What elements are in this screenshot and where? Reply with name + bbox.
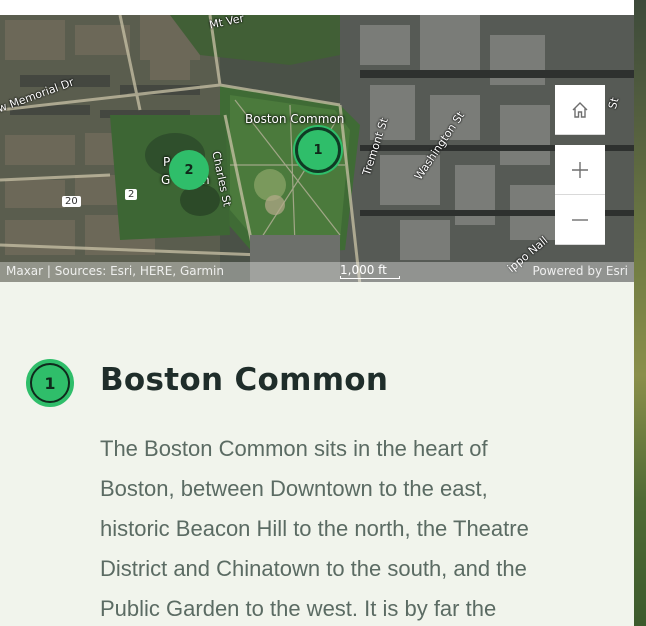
description-line: District and Chinatown to the south, and… xyxy=(100,556,527,581)
home-button[interactable] xyxy=(555,85,605,135)
scale-bar xyxy=(340,276,400,279)
description-line: Public Garden to the west. It is by far … xyxy=(100,596,497,621)
minus-icon xyxy=(572,218,588,221)
story-panel: 1 Boston Common The Boston Common sits i… xyxy=(0,282,634,626)
zoom-out-button[interactable] xyxy=(555,195,605,245)
entry-number-badge: 1 xyxy=(26,359,74,407)
map-marker-1[interactable]: 1 xyxy=(295,127,341,173)
home-icon xyxy=(572,101,588,118)
map-attribution: Maxar | Sources: Esri, HERE, Garmin 1,00… xyxy=(0,262,634,282)
entry-title: Boston Common xyxy=(100,362,389,398)
background-photo-edge xyxy=(634,0,646,626)
map-view[interactable]: Boston Common P G n w Memorial Dr Charle… xyxy=(0,15,634,282)
place-label-boston-common: Boston Common xyxy=(245,112,345,126)
plus-icon xyxy=(572,161,588,178)
description-line: historic Beacon Hill to the north, the T… xyxy=(100,516,529,541)
entry-number: 1 xyxy=(30,363,70,403)
scale-bar-label: 1,000 ft xyxy=(340,263,387,277)
description-line: The Boston Common sits in the heart of xyxy=(100,436,488,461)
zoom-in-button[interactable] xyxy=(555,145,605,195)
description-line: Boston, between Downtown to the east, xyxy=(100,476,488,501)
map-marker-2[interactable]: 2 xyxy=(169,150,209,190)
map-controls xyxy=(555,85,605,245)
route-shield-20: 20 xyxy=(62,196,81,207)
attribution-sources[interactable]: Maxar | Sources: Esri, HERE, Garmin xyxy=(6,264,224,278)
powered-by-esri-link[interactable]: Powered by Esri xyxy=(533,264,628,278)
route-shield-2: 2 xyxy=(125,189,138,200)
entry-description: The Boston Common sits in the heart of B… xyxy=(100,429,600,626)
